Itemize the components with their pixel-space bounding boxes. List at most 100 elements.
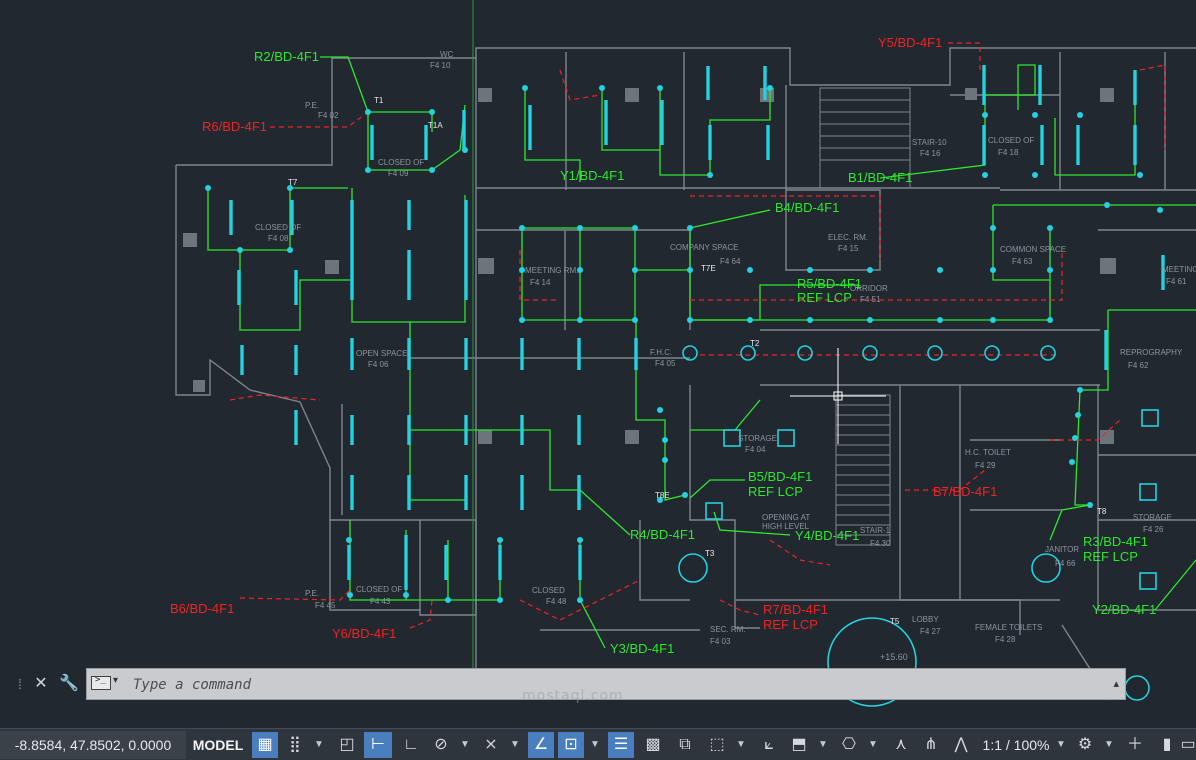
- grid-icon[interactable]: ▦: [252, 732, 278, 758]
- room-label: P.E.: [305, 101, 319, 110]
- annotation-visibility-icon[interactable]: ⋏: [888, 732, 914, 758]
- red-circuit-labels: R6/BD-4F1 Y5/BD-4F1 B6/BD-4F1 Y6/BD-4F1 B7/B…: [170, 35, 997, 641]
- room-label: F4 26: [1143, 525, 1164, 534]
- room-label: F4 28: [995, 635, 1016, 644]
- room-label: REPROGRAPHY: [1120, 348, 1183, 357]
- room-label: F4 04: [745, 445, 766, 454]
- fullscreen-icon[interactable]: ▭: [1180, 732, 1196, 758]
- circuit-label: R2/BD-4F1: [254, 49, 319, 64]
- isodraft-icon[interactable]: ⨯: [478, 732, 504, 758]
- room-label: F4 03: [710, 637, 731, 646]
- circuit-label: R6/BD-4F1: [202, 119, 267, 134]
- osnap-dropdown-icon[interactable]: ▼: [588, 732, 602, 758]
- dynamic-input-icon[interactable]: ⊢: [364, 732, 392, 758]
- infer-constraints-icon[interactable]: ◰: [334, 732, 360, 758]
- room-label: F4 45: [315, 601, 336, 610]
- command-line-grip[interactable]: ⁞: [18, 673, 26, 695]
- circuit-label: B7/BD-4F1: [933, 484, 997, 499]
- room-label: CLOSED: [532, 586, 565, 595]
- close-icon[interactable]: ✕: [30, 672, 52, 696]
- chevron-down-icon[interactable]: ▾: [113, 675, 118, 686]
- room-label: F4 48: [546, 597, 567, 606]
- room-label: STAIR-10: [912, 138, 947, 147]
- room-label: H.C. TOILET: [965, 448, 1011, 457]
- fixture-tag: T8: [1097, 507, 1107, 516]
- room-label: CLOSED OF: [988, 136, 1034, 145]
- auto-scale-icon[interactable]: ⋔: [918, 732, 944, 758]
- floor-plan-drawing[interactable]: R2/BD-4F1Y1/BD-4F1B4/BD-4F1R5/BD-4F1REF …: [0, 0, 1196, 728]
- model-space-button[interactable]: MODEL: [190, 731, 246, 759]
- transparency-icon[interactable]: ▩: [640, 732, 666, 758]
- room-label: P.E.: [305, 589, 319, 598]
- selection-filter-dropdown-icon[interactable]: ▼: [816, 732, 830, 758]
- scale-dropdown-icon[interactable]: ▼: [1054, 732, 1068, 758]
- osnap-icon[interactable]: ⊡: [558, 732, 584, 758]
- plus-icon[interactable]: ＋: [1122, 732, 1148, 758]
- polar-icon[interactable]: ⊘: [428, 732, 454, 758]
- room-label: F4 66: [1055, 559, 1076, 568]
- annotation-scale-selector[interactable]: 1:1 / 100%: [978, 732, 1054, 758]
- isodraft-dropdown-icon[interactable]: ▼: [508, 732, 522, 758]
- gizmo-icon[interactable]: ⎔: [836, 732, 862, 758]
- wrench-icon[interactable]: 🔧: [58, 672, 80, 696]
- room-label: CLOSED OF: [255, 223, 301, 232]
- dynamic-ucs-icon[interactable]: ⟀: [756, 732, 782, 758]
- command-prompt-icon[interactable]: >_: [91, 675, 111, 690]
- fixture-tag: T7E: [701, 264, 716, 273]
- room-label: F4 14: [530, 278, 551, 287]
- circuit-label: R3/BD-4F1: [1083, 534, 1148, 549]
- room-label: ORRIDOR: [850, 284, 888, 293]
- snap-icon[interactable]: ⣿: [282, 732, 308, 758]
- polar-dropdown-icon[interactable]: ▼: [458, 732, 472, 758]
- room-label: OPEN SPACE: [356, 349, 407, 358]
- coordinates-readout[interactable]: -8.8584, 47.8502, 0.0000: [0, 731, 186, 759]
- workspace-dropdown-icon[interactable]: ▼: [1102, 732, 1116, 758]
- ortho-icon[interactable]: ∟: [398, 732, 424, 758]
- circuit-label: Y2/BD-4F1: [1092, 602, 1156, 617]
- room-label: F4 27: [920, 627, 941, 636]
- room-label: F4 43: [370, 597, 391, 606]
- circuit-label: R7/BD-4F1: [763, 602, 828, 617]
- room-label: F4 18: [998, 148, 1019, 157]
- fixture-tag: T7: [288, 178, 298, 187]
- fixture-tag: T8E: [655, 491, 670, 500]
- gizmo-dropdown-icon[interactable]: ▼: [866, 732, 880, 758]
- room-label: F.H.C.: [650, 348, 672, 357]
- fixture-tag: T1A: [428, 121, 443, 130]
- circuit-label: B4/BD-4F1: [775, 200, 839, 215]
- room-label: STAIR-1: [860, 526, 891, 535]
- lineweight-icon[interactable]: ☰: [608, 732, 634, 758]
- crosshair-cursor: [790, 348, 886, 444]
- stair-1: [819, 87, 911, 546]
- room-label: F4 16: [920, 149, 941, 158]
- osnap-tracking-icon[interactable]: ∠: [528, 732, 554, 758]
- selection-cycling-icon[interactable]: ⧉: [672, 732, 698, 758]
- room-label: F4 51: [860, 295, 881, 304]
- room-label: CLOSED OF: [378, 158, 424, 167]
- 3d-osnap-dropdown-icon[interactable]: ▼: [734, 732, 748, 758]
- room-label: F4 64: [720, 257, 741, 266]
- fixture-tag: T5: [890, 617, 900, 626]
- room-label: F4 05: [655, 359, 676, 368]
- columns: [183, 88, 1116, 444]
- watermark: mostaql.com: [522, 688, 624, 704]
- annotation-scale-icon[interactable]: ⋀: [948, 732, 974, 758]
- snap-dropdown-icon[interactable]: ▼: [312, 732, 326, 758]
- circuit-label: B1/BD-4F1: [848, 170, 912, 185]
- room-label: F4 30: [870, 539, 891, 548]
- room-label: F4 15: [838, 244, 859, 253]
- room-label: LOBBY: [912, 615, 939, 624]
- room-label: OPENING AT: [762, 513, 810, 522]
- selection-filter-icon[interactable]: ⬒: [786, 732, 812, 758]
- room-label: F4 63: [1012, 257, 1033, 266]
- workspace-gear-icon[interactable]: ⚙: [1072, 732, 1098, 758]
- fixture-tag: T1: [374, 96, 384, 105]
- circuit-label: B5/BD-4F1: [748, 469, 812, 484]
- properties-icon[interactable]: ▮: [1156, 732, 1178, 758]
- circuit-label: REF LCP: [797, 290, 852, 305]
- room-label: F4 10: [430, 61, 451, 70]
- 3d-osnap-icon[interactable]: ⬚: [704, 732, 730, 758]
- red-circuits: [229, 42, 1166, 629]
- chevron-up-icon[interactable]: ▴: [1113, 677, 1119, 690]
- drawing-canvas[interactable]: R2/BD-4F1 Y1/BD-4F1 B4/BD-4F1 R5/BD-4F1 REF …: [0, 0, 1196, 728]
